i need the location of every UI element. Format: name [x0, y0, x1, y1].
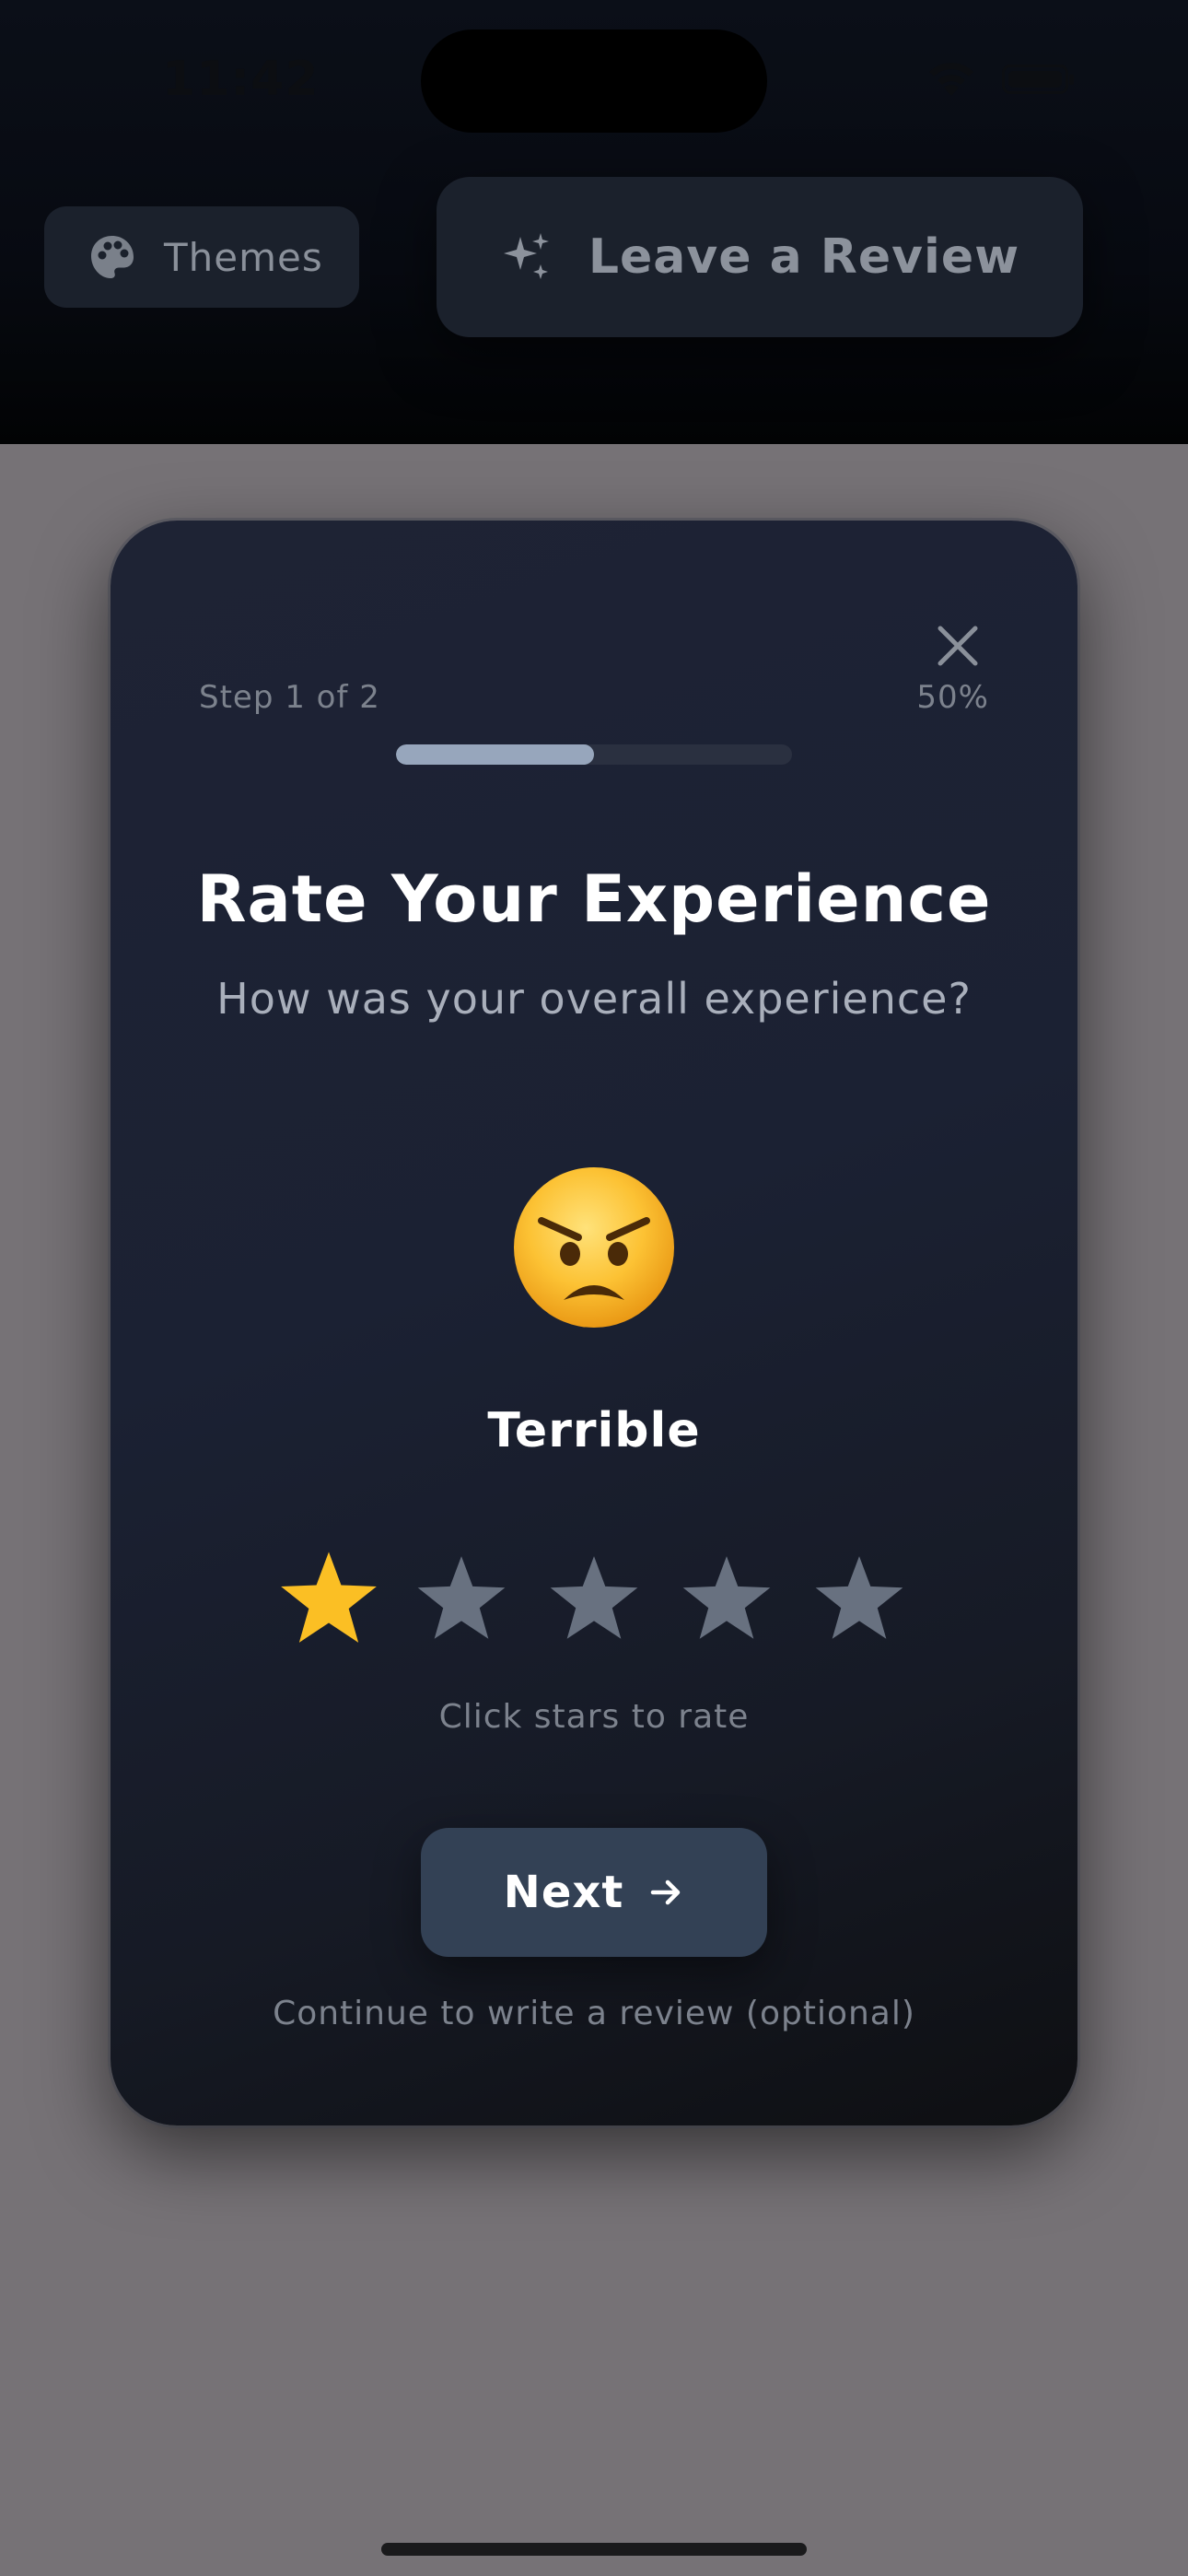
star-4-icon[interactable] [679, 1552, 775, 1648]
step-indicator: Step 1 of 2 [199, 679, 380, 716]
wifi-icon [929, 63, 973, 96]
arrow-right-icon [651, 1879, 681, 1905]
close-icon [938, 626, 978, 666]
star-5-icon[interactable] [811, 1552, 907, 1648]
leave-review-label: Leave a Review [588, 229, 1020, 285]
next-label: Next [503, 1867, 624, 1918]
themes-label: Themes [164, 234, 323, 280]
palette-icon [91, 236, 134, 278]
star-rating [111, 1545, 1077, 1656]
themes-button[interactable]: Themes [44, 206, 359, 308]
sparkles-icon [503, 233, 549, 279]
status-time: 11:42 [162, 52, 320, 107]
rating-hint: Click stars to rate [438, 1698, 750, 1736]
next-button[interactable]: Next [421, 1828, 767, 1957]
next-footnote: Continue to write a review (optional) [273, 1995, 915, 2032]
rating-modal: Step 1 of 2 50% Rate Your Experience How… [111, 521, 1077, 2125]
angry-face-icon [514, 1167, 674, 1328]
screen: 11:42 Themes Leave a Review Step 1 of 2 … [0, 0, 1188, 2576]
star-1-icon[interactable] [276, 1548, 381, 1653]
battery-icon [1002, 64, 1074, 94]
progress-fill [396, 744, 594, 765]
progress-bar [396, 744, 792, 765]
home-indicator [381, 2543, 807, 2556]
rating-label: Terrible [487, 1403, 701, 1458]
dynamic-island [421, 29, 767, 133]
leave-review-button[interactable]: Leave a Review [437, 177, 1083, 337]
star-3-icon[interactable] [546, 1552, 642, 1648]
close-button[interactable] [925, 613, 991, 679]
modal-subtitle: How was your overall experience? [216, 974, 972, 1024]
app-header: 11:42 Themes Leave a Review [0, 0, 1188, 444]
modal-title: Rate Your Experience [196, 861, 992, 937]
star-2-icon[interactable] [413, 1552, 509, 1648]
progress-percent: 50% [916, 679, 989, 716]
